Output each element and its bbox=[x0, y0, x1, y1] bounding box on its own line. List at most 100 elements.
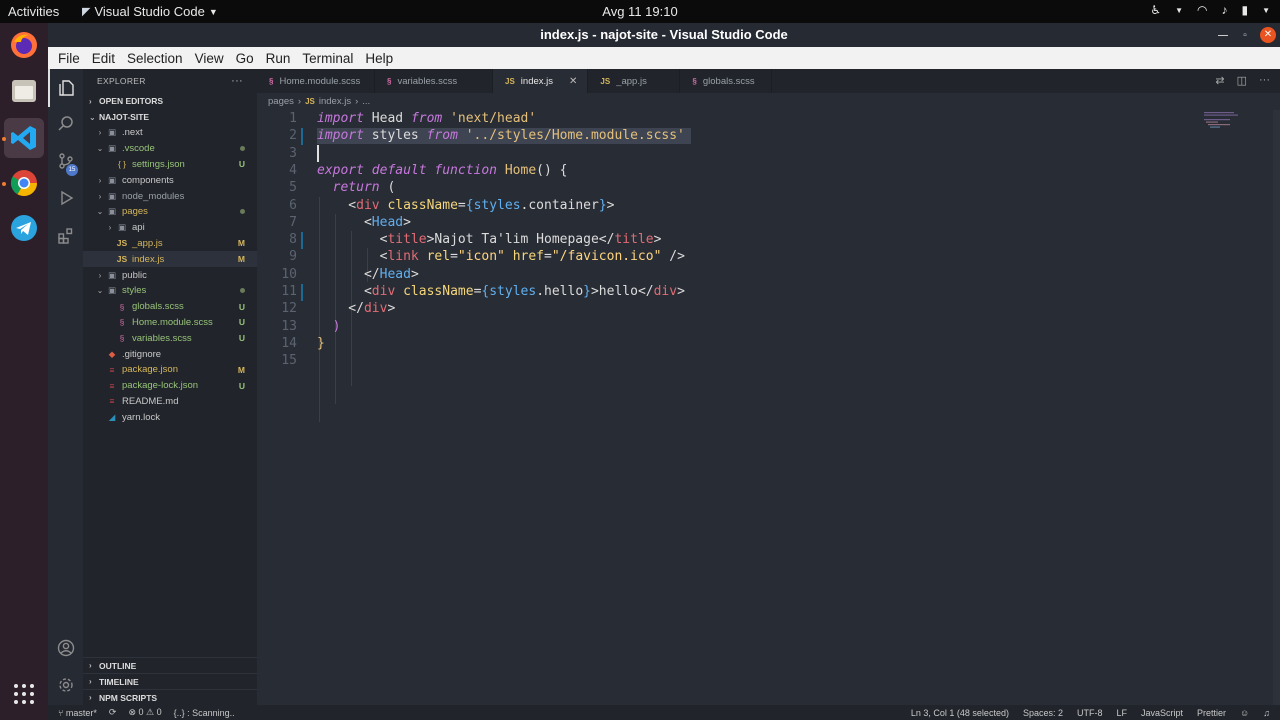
battery-icon[interactable]: ▮ bbox=[1241, 3, 1248, 17]
notifications-bell-icon[interactable]: ♫ bbox=[1263, 708, 1270, 718]
tree-item[interactable]: › ▣ components bbox=[83, 172, 257, 188]
volume-icon[interactable]: ♪ bbox=[1221, 3, 1227, 17]
menu-run[interactable]: Run bbox=[260, 51, 297, 66]
vscode-icon[interactable] bbox=[4, 118, 44, 158]
explorer-icon[interactable] bbox=[48, 69, 83, 107]
cursor-position-status[interactable]: Ln 3, Col 1 (48 selected) bbox=[911, 708, 1009, 718]
menu-file[interactable]: File bbox=[52, 51, 86, 66]
telegram-icon[interactable] bbox=[4, 208, 44, 248]
tree-item[interactable]: ≡ package-lock.json U bbox=[83, 378, 257, 394]
accessibility-icon[interactable]: ♿ bbox=[1150, 3, 1161, 17]
npm-scripts-section[interactable]: › NPM SCRIPTS bbox=[83, 689, 257, 705]
clock[interactable]: Avg 11 19:10 bbox=[602, 4, 677, 19]
sync-icon[interactable]: ⟳ bbox=[109, 707, 117, 718]
tree-item[interactable]: § Home.module.scss U bbox=[83, 315, 257, 331]
show-applications-icon[interactable] bbox=[4, 674, 44, 714]
app-menu-label: Visual Studio Code bbox=[94, 4, 205, 19]
eol-status[interactable]: LF bbox=[1116, 708, 1127, 718]
tree-item-label: pages bbox=[122, 206, 148, 218]
code-token: className bbox=[379, 197, 458, 213]
activities-button[interactable]: Activities bbox=[8, 4, 59, 19]
breadcrumb-folder[interactable]: pages bbox=[268, 96, 294, 107]
tree-item[interactable]: › ▣ public bbox=[83, 267, 257, 283]
menu-go[interactable]: Go bbox=[230, 51, 260, 66]
tree-item[interactable]: JS _app.js M bbox=[83, 236, 257, 252]
settings-gear-icon[interactable] bbox=[48, 666, 83, 704]
explorer-title: EXPLORER bbox=[97, 76, 146, 86]
tree-item[interactable]: › ▣ api bbox=[83, 220, 257, 236]
close-tab-icon[interactable]: ✕ bbox=[569, 76, 577, 87]
menu-terminal[interactable]: Terminal bbox=[296, 51, 359, 66]
minimize-button[interactable]: — bbox=[1212, 30, 1234, 41]
code-token: } bbox=[598, 197, 607, 213]
maximize-button[interactable]: ▫ bbox=[1234, 30, 1256, 41]
extensions-icon[interactable] bbox=[48, 217, 83, 255]
tree-item[interactable]: ≡ package.json M bbox=[83, 362, 257, 378]
menu-view[interactable]: View bbox=[189, 51, 230, 66]
scanning-status[interactable]: {..} : Scanning.. bbox=[174, 708, 235, 718]
tab-label: Home.module.scss bbox=[279, 75, 361, 87]
code-token: < bbox=[317, 284, 372, 299]
editor-tab[interactable]: § globals.scss bbox=[680, 69, 773, 93]
menu-edit[interactable]: Edit bbox=[86, 51, 121, 66]
tree-item[interactable]: JS index.js M bbox=[83, 251, 257, 268]
tree-item[interactable]: { } settings.json U bbox=[83, 157, 257, 173]
encoding-status[interactable]: UTF-8 bbox=[1077, 708, 1103, 718]
firefox-icon[interactable] bbox=[4, 25, 44, 65]
code-token: /> bbox=[661, 249, 685, 265]
vertical-scrollbar[interactable] bbox=[1273, 110, 1280, 705]
editor-tab[interactable]: JS _app.js bbox=[588, 69, 681, 93]
wifi-icon[interactable]: ◠ bbox=[1197, 3, 1207, 17]
timeline-section[interactable]: › TIMELINE bbox=[83, 673, 257, 689]
tree-item[interactable]: § globals.scss U bbox=[83, 299, 257, 315]
tree-item-label: .gitignore bbox=[122, 348, 162, 360]
run-debug-icon[interactable] bbox=[48, 179, 83, 217]
editor-tab[interactable]: § variables.scss bbox=[375, 69, 493, 93]
indentation-status[interactable]: Spaces: 2 bbox=[1023, 708, 1063, 718]
tree-item[interactable]: ≡ README.md bbox=[83, 394, 257, 410]
problems-status[interactable]: ⊗ 0 ⚠ 0 bbox=[128, 707, 161, 718]
tray-caret-icon[interactable]: ▼ bbox=[1175, 6, 1183, 15]
minimap[interactable] bbox=[1198, 110, 1280, 705]
git-branch-status[interactable]: ⑂ master* bbox=[58, 708, 97, 718]
chevron-right-icon: › bbox=[98, 128, 102, 138]
chrome-icon[interactable] bbox=[4, 163, 44, 203]
tree-item[interactable]: § variables.scss U bbox=[83, 330, 257, 346]
split-editor-icon[interactable]: ◫ bbox=[1237, 74, 1247, 87]
feedback-icon[interactable]: ☺ bbox=[1240, 708, 1249, 718]
power-icon[interactable]: ▼ bbox=[1262, 6, 1270, 15]
outline-section[interactable]: › OUTLINE bbox=[83, 657, 257, 673]
explorer-more-actions-icon[interactable]: ··· bbox=[231, 75, 243, 87]
files-icon[interactable] bbox=[4, 71, 44, 111]
editor-tab[interactable]: JS index.js ✕ bbox=[493, 69, 589, 93]
code-editor[interactable]: 1 2 3 4 5 6 7 8 9 10 11 12 13 14 15 import Head from 'n… bbox=[257, 110, 1280, 705]
tree-item-label: settings.json bbox=[132, 158, 185, 170]
source-control-icon[interactable]: 15 bbox=[48, 142, 83, 180]
tree-item[interactable]: ⌄ ▣ .vscode bbox=[83, 141, 257, 157]
activity-bar: 15 bbox=[48, 69, 83, 705]
project-section[interactable]: ⌄ NAJOT-SITE bbox=[83, 109, 257, 125]
menu-selection[interactable]: Selection bbox=[121, 51, 189, 66]
tree-item[interactable]: ⌄ ▣ pages bbox=[83, 204, 257, 220]
open-editors-section[interactable]: › OPEN EDITORS bbox=[83, 93, 257, 109]
language-status[interactable]: JavaScript bbox=[1141, 708, 1183, 718]
menu-help[interactable]: Help bbox=[359, 51, 399, 66]
tree-item[interactable]: › ▣ node_modules bbox=[83, 188, 257, 204]
open-changes-icon[interactable]: ⇄ bbox=[1215, 74, 1224, 87]
more-actions-icon[interactable]: ··· bbox=[1259, 74, 1270, 87]
editor-tab[interactable]: § Home.module.scss bbox=[257, 69, 375, 93]
search-icon[interactable] bbox=[48, 105, 83, 143]
tree-item[interactable]: ⌄ ▣ styles bbox=[83, 283, 257, 299]
formatter-status[interactable]: Prettier bbox=[1197, 708, 1226, 718]
tree-item-label: styles bbox=[122, 285, 147, 297]
close-button[interactable]: ✕ bbox=[1260, 27, 1276, 43]
git-status-badge: U bbox=[238, 159, 245, 170]
account-icon[interactable] bbox=[48, 629, 83, 667]
app-menu[interactable]: ◤ Visual Studio Code ▼ bbox=[82, 4, 218, 19]
tree-item[interactable]: ◆ .gitignore bbox=[83, 346, 257, 362]
breadcrumb-symbol[interactable]: ... bbox=[362, 96, 370, 107]
breadcrumb-file[interactable]: index.js bbox=[319, 96, 351, 107]
tree-item[interactable]: ◢ yarn.lock bbox=[83, 409, 257, 425]
tab-label: variables.scss bbox=[397, 75, 458, 87]
tree-item[interactable]: › ▣ .next bbox=[83, 125, 257, 141]
